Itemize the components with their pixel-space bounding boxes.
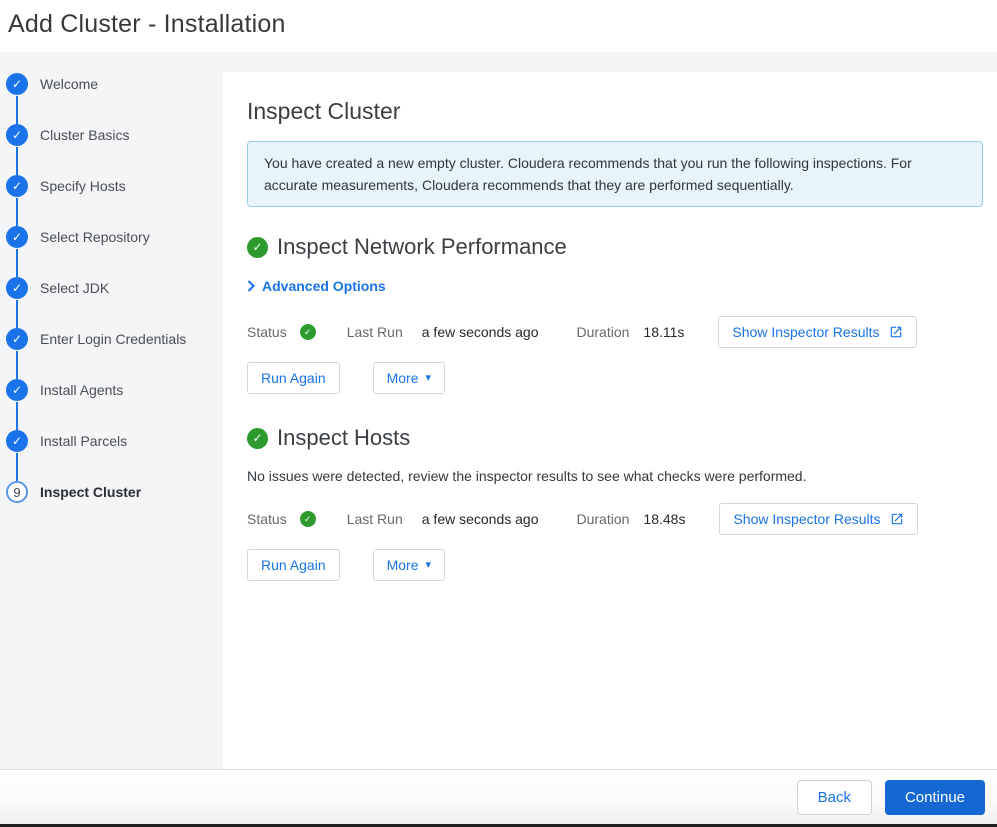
sidebar-step-cluster-basics: ✓ Cluster Basics <box>6 124 223 175</box>
step-label: Select JDK <box>40 277 109 299</box>
caret-down-icon: ▾ <box>426 373 432 383</box>
status-label: Status <box>247 324 287 340</box>
external-link-icon <box>889 325 903 339</box>
external-link-icon <box>890 512 904 526</box>
status-ok-icon: ✓ <box>300 324 316 340</box>
run-again-button[interactable]: Run Again <box>247 362 340 394</box>
page-title: Add Cluster - Installation <box>8 10 997 39</box>
status-ok-icon: ✓ <box>300 511 316 527</box>
show-inspector-results-button[interactable]: Show Inspector Results <box>719 503 917 535</box>
step-number-badge: 9 <box>6 481 28 503</box>
step-check-icon: ✓ <box>6 328 28 350</box>
duration-label: Duration <box>577 511 630 527</box>
step-check-icon: ✓ <box>6 277 28 299</box>
duration-value: 18.11s <box>643 324 684 340</box>
step-label: Welcome <box>40 73 98 95</box>
section-inspect-network-performance: ✓ Inspect Network Performance Advanced O… <box>247 234 983 394</box>
section-title: Inspect Hosts <box>277 425 410 451</box>
step-check-icon: ✓ <box>6 73 28 95</box>
chevron-right-icon <box>247 280 256 292</box>
step-check-icon: ✓ <box>6 124 28 146</box>
last-run-value: a few seconds ago <box>422 511 539 527</box>
step-label: Inspect Cluster <box>40 481 141 503</box>
back-button[interactable]: Back <box>797 780 872 815</box>
step-label: Cluster Basics <box>40 124 129 146</box>
status-label: Status <box>247 511 287 527</box>
last-run-label: Last Run <box>347 324 403 340</box>
sidebar-step-install-parcels: ✓ Install Parcels <box>6 430 223 481</box>
success-icon: ✓ <box>247 237 268 258</box>
sidebar-step-select-repository: ✓ Select Repository <box>6 226 223 277</box>
step-label: Enter Login Credentials <box>40 328 186 350</box>
step-label: Install Agents <box>40 379 123 401</box>
sidebar-step-install-agents: ✓ Install Agents <box>6 379 223 430</box>
duration-value: 18.48s <box>643 511 685 527</box>
section-inspect-hosts: ✓ Inspect Hosts No issues were detected,… <box>247 425 983 581</box>
step-check-icon: ✓ <box>6 226 28 248</box>
inspect-cluster-heading: Inspect Cluster <box>247 98 983 125</box>
sidebar-step-specify-hosts: ✓ Specify Hosts <box>6 175 223 226</box>
step-check-icon: ✓ <box>6 379 28 401</box>
continue-button[interactable]: Continue <box>885 780 985 815</box>
caret-down-icon: ▾ <box>426 560 432 570</box>
wizard-stepper: ✓ Welcome ✓ Cluster Basics ✓ Specify Hos… <box>0 52 223 769</box>
advanced-options-link[interactable]: Advanced Options <box>247 278 386 294</box>
wizard-footer: Back Continue <box>0 769 997 824</box>
more-button[interactable]: More ▾ <box>373 549 445 581</box>
last-run-value: a few seconds ago <box>422 324 539 340</box>
section-description: No issues were detected, review the insp… <box>247 468 983 484</box>
main-panel: Inspect Cluster You have created a new e… <box>223 72 997 769</box>
sidebar-step-select-jdk: ✓ Select JDK <box>6 277 223 328</box>
step-label: Select Repository <box>40 226 150 248</box>
last-run-label: Last Run <box>347 511 403 527</box>
sidebar-step-enter-login-credentials: ✓ Enter Login Credentials <box>6 328 223 379</box>
step-check-icon: ✓ <box>6 175 28 197</box>
show-inspector-results-button[interactable]: Show Inspector Results <box>718 316 916 348</box>
duration-label: Duration <box>577 324 630 340</box>
step-label: Install Parcels <box>40 430 127 452</box>
run-again-button[interactable]: Run Again <box>247 549 340 581</box>
sidebar-step-welcome: ✓ Welcome <box>6 73 223 124</box>
add-cluster-wizard: Add Cluster - Installation ✓ Welcome ✓ C… <box>0 0 997 827</box>
page-header: Add Cluster - Installation <box>0 0 997 52</box>
more-button[interactable]: More ▾ <box>373 362 445 394</box>
step-check-icon: ✓ <box>6 430 28 452</box>
success-icon: ✓ <box>247 428 268 449</box>
step-label: Specify Hosts <box>40 175 126 197</box>
sidebar-step-inspect-cluster: 9 Inspect Cluster <box>6 481 223 532</box>
info-banner: You have created a new empty cluster. Cl… <box>247 141 983 207</box>
section-title: Inspect Network Performance <box>277 234 567 260</box>
